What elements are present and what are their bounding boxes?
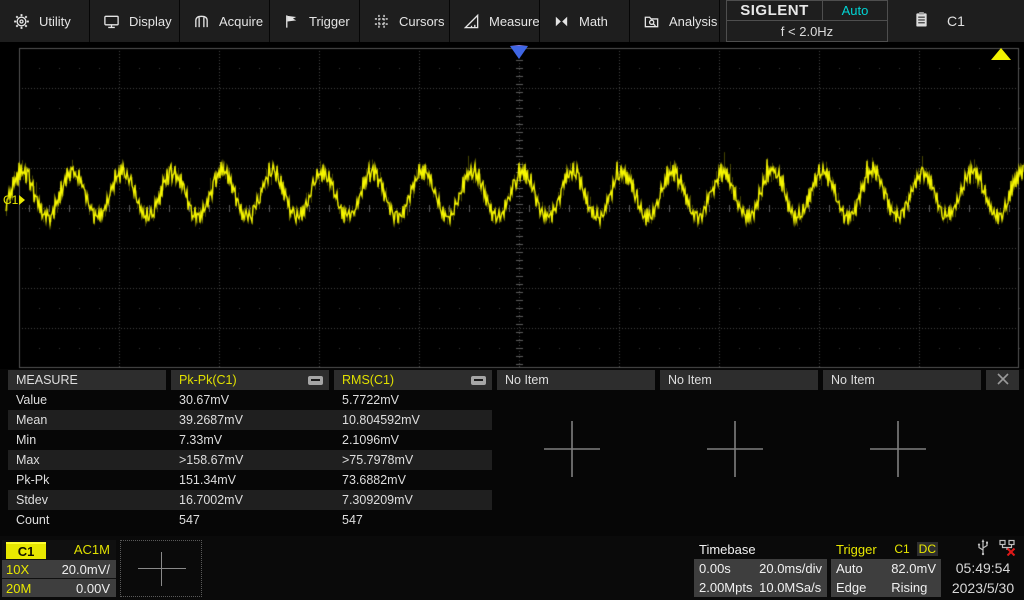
trigger-level: 82.0mV	[891, 561, 936, 576]
trigger-level-marker[interactable]	[991, 48, 1011, 60]
clipboard-icon	[914, 11, 929, 31]
add-measurement-button[interactable]	[705, 419, 765, 482]
measure-header-row: MEASURE Pk-Pk(C1) RMS(C1) No Item No Ite…	[8, 370, 981, 390]
trigger-slope: Rising	[891, 580, 936, 595]
trigger-source-badge: C1	[892, 542, 911, 556]
cursors-icon	[373, 13, 390, 30]
gear-icon	[13, 13, 30, 30]
measure-column-rms[interactable]: RMS(C1)	[334, 370, 492, 390]
channel-coupling: AC1M	[74, 542, 110, 557]
acquire-icon	[193, 13, 210, 30]
timebase-samplerate: 10.0MSa/s	[759, 580, 822, 595]
top-menu-bar: Utility Display Acquire Trigger Cursors …	[0, 0, 1024, 44]
menu-cursors-label: Cursors	[399, 14, 445, 29]
trigger-position-marker[interactable]	[510, 46, 528, 59]
acquisition-mode-badge: Auto	[823, 1, 887, 21]
measure-title-cell: MEASURE	[8, 370, 166, 390]
table-row: Count547547	[8, 510, 492, 530]
trigger-frequency-readout: f < 2.0Hz	[727, 21, 887, 41]
menu-trigger-label: Trigger	[309, 14, 350, 29]
usb-icon	[976, 538, 990, 559]
vertical-offset: 0.00V	[76, 581, 110, 596]
minus-icon[interactable]	[471, 376, 486, 385]
channel-badge: C1	[6, 542, 46, 559]
system-time: 05:49:54	[956, 558, 1011, 578]
menu-utility-label: Utility	[39, 14, 71, 29]
table-row: Pk-Pk151.34mV73.6882mV	[8, 470, 492, 490]
probe-attenuation: 10X	[6, 562, 29, 577]
flag-icon	[283, 13, 300, 30]
add-measurement-button[interactable]	[542, 419, 602, 482]
channel-offset-marker[interactable]: C1	[3, 193, 25, 207]
timebase-delay: 0.00s	[699, 561, 759, 576]
bottom-status-bar: C1 AC1M 10X 20.0mV/ 20M 0.00V Timebase 0.0…	[0, 536, 1024, 600]
waveform-canvas[interactable]	[0, 44, 1024, 370]
vertical-scale: 20.0mV/	[62, 562, 110, 577]
brand-status-block: SIGLENT Auto f < 2.0Hz	[726, 0, 888, 42]
system-date: 2023/5/30	[952, 578, 1014, 598]
menu-measure-label: Measure	[489, 14, 540, 29]
measure-column-empty-1[interactable]: No Item	[497, 370, 655, 390]
trigger-descriptor-box[interactable]: Trigger C1 DC Auto 82.0mV Edge Rising	[831, 540, 941, 597]
timebase-descriptor-box[interactable]: Timebase 0.00s 20.0ms/div 2.00Mpts 10.0M…	[694, 540, 827, 597]
add-measurement-button[interactable]	[868, 419, 928, 482]
display-icon	[103, 13, 120, 30]
menu-math[interactable]: Math	[540, 0, 630, 42]
right-arrow-icon	[19, 195, 25, 205]
menu-measure[interactable]: Measure	[450, 0, 540, 42]
oscilloscope-screen: Utility Display Acquire Trigger Cursors …	[0, 0, 1024, 600]
measure-close-button[interactable]	[986, 370, 1019, 390]
menu-utility[interactable]: Utility	[0, 0, 90, 42]
menu-analysis[interactable]: Analysis	[630, 0, 720, 42]
system-status-box: 05:49:54 2023/5/30	[944, 538, 1022, 598]
table-row: Stdev16.7002mV7.309209mV	[8, 490, 492, 510]
menu-cursors[interactable]: Cursors	[360, 0, 450, 42]
channel-indicator[interactable]: C1	[914, 11, 965, 31]
menu-acquire-label: Acquire	[219, 14, 263, 29]
trigger-type: Edge	[836, 580, 891, 595]
menu-display[interactable]: Display	[90, 0, 180, 42]
lan-disconnected-icon	[998, 538, 1016, 559]
measure-column-empty-2[interactable]: No Item	[660, 370, 818, 390]
channel-offset-label: C1	[3, 193, 18, 207]
channel-descriptor-box[interactable]: C1 AC1M 10X 20.0mV/ 20M 0.00V	[2, 540, 116, 597]
measure-column-pkpk[interactable]: Pk-Pk(C1)	[171, 370, 329, 390]
close-icon	[995, 371, 1011, 390]
menu-trigger[interactable]: Trigger	[270, 0, 360, 42]
measure-column-empty-3[interactable]: No Item	[823, 370, 981, 390]
menu-acquire[interactable]: Acquire	[180, 0, 270, 42]
trigger-coupling-badge: DC	[917, 542, 938, 556]
table-row: Min7.33mV2.1096mV	[8, 430, 492, 450]
add-channel-button[interactable]	[120, 540, 202, 597]
measure-icon	[463, 13, 480, 30]
menu-display-label: Display	[129, 14, 172, 29]
channel-indicator-label: C1	[947, 13, 965, 29]
timebase-scale: 20.0ms/div	[759, 561, 822, 576]
analysis-icon	[643, 13, 660, 30]
trigger-mode: Auto	[836, 561, 891, 576]
timebase-title: Timebase	[694, 540, 827, 558]
math-icon	[553, 13, 570, 30]
minus-icon[interactable]	[308, 376, 323, 385]
trigger-title: Trigger	[836, 542, 887, 557]
table-row: Mean39.2687mV10.804592mV	[8, 410, 492, 430]
siglent-logo: SIGLENT	[727, 1, 823, 21]
menu-math-label: Math	[579, 14, 608, 29]
menu-analysis-label: Analysis	[669, 14, 717, 29]
bandwidth-limit: 20M	[6, 581, 31, 596]
measure-panel: MEASURE Pk-Pk(C1) RMS(C1) No Item No Ite…	[0, 369, 1024, 536]
measure-stats-table: Value30.67mV5.7722mV Mean39.2687mV10.804…	[8, 390, 492, 530]
table-row: Value30.67mV5.7722mV	[8, 390, 492, 410]
timebase-memory: 2.00Mpts	[699, 580, 759, 595]
table-row: Max>158.67mV>75.7978mV	[8, 450, 492, 470]
